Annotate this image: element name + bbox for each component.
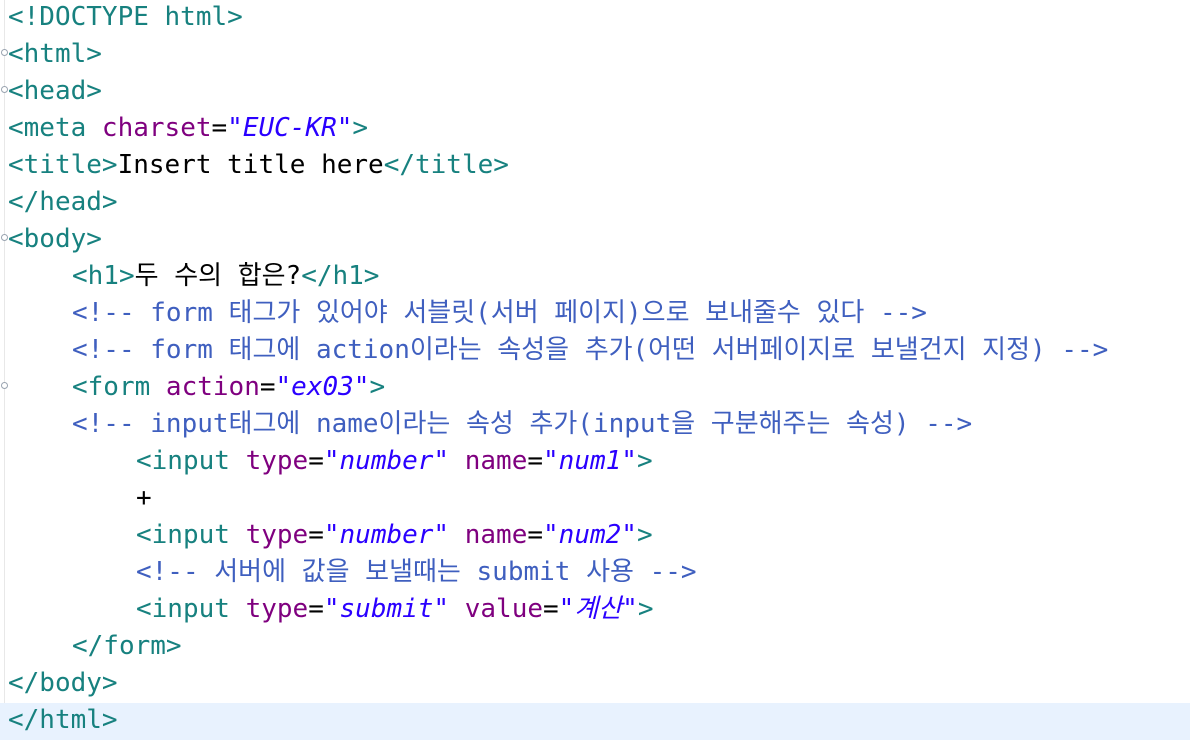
equals-sign: = xyxy=(211,113,228,143)
form-close-tag: </form> xyxy=(72,631,182,661)
type-value: "submit" xyxy=(323,594,450,624)
fold-toggle-icon[interactable] xyxy=(1,86,8,93)
h1-close-tag: </h1> xyxy=(301,261,380,291)
code-line-19: </body> xyxy=(8,666,1190,703)
code-line-1: <!DOCTYPE html> xyxy=(8,0,1190,37)
input-open: <input xyxy=(136,446,230,476)
equals-sign: = xyxy=(308,520,324,550)
code-line-5: <title>Insert title here</title> xyxy=(8,148,1190,185)
html-close-tag: </html> xyxy=(8,705,118,735)
body-close-tag: </body> xyxy=(8,668,118,698)
equals-sign: = xyxy=(543,594,559,624)
code-line-14: + xyxy=(8,481,1190,518)
name-attr: name xyxy=(449,446,528,476)
code-line-3: <head> xyxy=(1,74,1190,111)
comment-form-required: <!-- form 태그가 있어야 서블릿(서버 페이지)으로 보내줄수 있다 … xyxy=(72,298,927,328)
equals-sign: = xyxy=(527,520,544,550)
equals-sign: = xyxy=(259,372,276,402)
title-text: Insert title here xyxy=(117,150,384,180)
input-open: <input xyxy=(136,594,230,624)
plus-text: + xyxy=(136,483,152,513)
input-open: <input xyxy=(136,520,230,550)
code-line-12: <!-- input태그에 name이라는 속성 추가(input을 구분해주는… xyxy=(8,407,1190,444)
equals-sign: = xyxy=(308,594,324,624)
input-close: > xyxy=(636,446,653,476)
code-line-4: <meta charset="EUC-KR"> xyxy=(8,111,1190,148)
name-value: "num1" xyxy=(543,446,637,476)
fold-toggle-icon[interactable] xyxy=(1,49,8,56)
head-close-tag: </head> xyxy=(8,187,118,217)
code-line-10: <!-- form 태그에 action이라는 속성을 추가(어떤 서버페이지로… xyxy=(8,333,1190,370)
type-attr: type xyxy=(229,446,309,476)
title-close-tag: </title> xyxy=(383,150,509,180)
form-open: <form xyxy=(72,372,151,402)
meta-close: > xyxy=(352,113,369,143)
code-line-6: </head> xyxy=(8,185,1190,222)
value-attr: value xyxy=(449,594,544,624)
title-open-tag: <title> xyxy=(8,150,118,180)
charset-value: "EUC-KR" xyxy=(227,113,353,143)
type-attr: type xyxy=(229,520,309,550)
charset-attr: charset xyxy=(86,113,212,143)
html-open-tag: <html> xyxy=(8,39,102,69)
gutter xyxy=(4,0,5,737)
action-value: "ex03" xyxy=(275,372,370,402)
fold-toggle-icon[interactable] xyxy=(1,234,8,241)
type-value: "number" xyxy=(323,446,450,476)
code-line-16: <!-- 서버에 값을 보낼때는 submit 사용 --> xyxy=(8,555,1190,592)
code-line-20-current: </html> xyxy=(0,703,1190,740)
comment-action-attr: <!-- form 태그에 action이라는 속성을 추가(어떤 서버페이지로… xyxy=(72,335,1109,365)
code-editor[interactable]: <!DOCTYPE html> <html> <head> <meta char… xyxy=(0,0,1190,740)
code-line-13: <input type="number" name="num1"> xyxy=(8,444,1190,481)
code-line-17: <input type="submit" value="계산"> xyxy=(8,592,1190,629)
code-line-9: <!-- form 태그가 있어야 서블릿(서버 페이지)으로 보내줄수 있다 … xyxy=(8,296,1190,333)
comment-name-attr: <!-- input태그에 name이라는 속성 추가(input을 구분해주는… xyxy=(72,409,973,439)
equals-sign: = xyxy=(527,446,544,476)
comment-submit: <!-- 서버에 값을 보낼때는 submit 사용 --> xyxy=(136,557,697,587)
code-line-18: </form> xyxy=(8,629,1190,666)
h1-text: 두 수의 합은? xyxy=(134,261,302,291)
code-line-2: <html> xyxy=(1,37,1190,74)
code-line-8: <h1>두 수의 합은?</h1> xyxy=(8,259,1190,296)
action-attr: action xyxy=(150,372,260,402)
h1-open-tag: <h1> xyxy=(72,261,135,291)
input-close: > xyxy=(637,594,654,624)
code-area[interactable]: <!DOCTYPE html> <html> <head> <meta char… xyxy=(0,0,1190,740)
doctype-tag: <!DOCTYPE html> xyxy=(8,2,243,32)
code-line-11: <form action="ex03"> xyxy=(1,370,1190,407)
code-line-15: <input type="number" name="num2"> xyxy=(8,518,1190,555)
fold-toggle-icon[interactable] xyxy=(1,382,8,389)
type-attr: type xyxy=(229,594,309,624)
name-value: "num2" xyxy=(543,520,637,550)
meta-open: <meta xyxy=(8,113,87,143)
type-value: "number" xyxy=(323,520,450,550)
value-value: "계산" xyxy=(558,594,638,624)
body-open-tag: <body> xyxy=(8,224,102,254)
code-line-7: <body> xyxy=(1,222,1190,259)
input-close: > xyxy=(636,520,653,550)
head-open-tag: <head> xyxy=(8,76,102,106)
form-open-close: > xyxy=(369,372,386,402)
name-attr: name xyxy=(449,520,528,550)
equals-sign: = xyxy=(308,446,324,476)
